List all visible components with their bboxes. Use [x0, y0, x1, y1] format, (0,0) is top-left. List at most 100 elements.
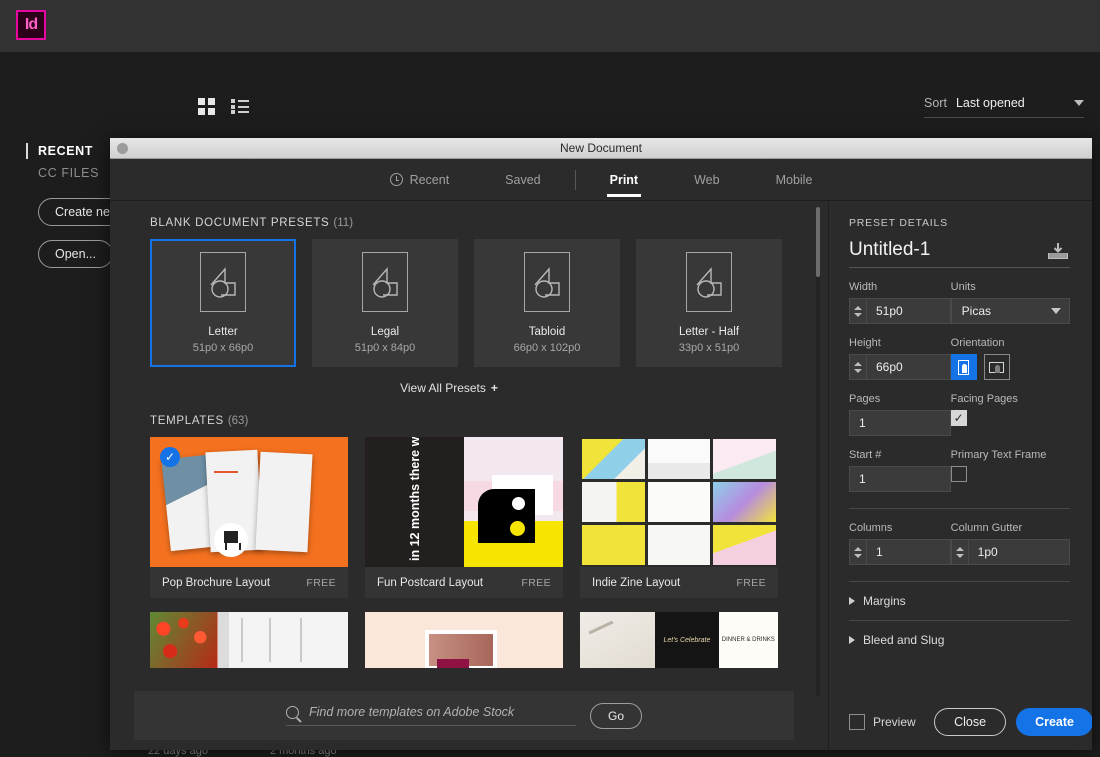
- template-caption: Pop Brochure Layout FREE: [150, 567, 348, 598]
- sidebar-item-recent[interactable]: RECENT: [26, 140, 121, 162]
- field-width: Width 51p0: [849, 281, 951, 324]
- document-page-icon: [524, 252, 570, 312]
- template-card-partial-cream[interactable]: [365, 612, 563, 668]
- column-gutter-value: 1p0: [977, 545, 998, 559]
- margins-label: Margins: [863, 594, 906, 608]
- grid-view-icon[interactable]: [198, 98, 215, 115]
- close-button[interactable]: Close: [934, 708, 1007, 736]
- template-price: FREE: [736, 576, 766, 589]
- dialog-body: BLANK DOCUMENT PRESETS (11) Letter 51p0 x…: [110, 201, 1092, 750]
- preview-checkbox[interactable]: [849, 714, 865, 730]
- templates-scrollbar-thumb[interactable]: [816, 207, 820, 277]
- open-button[interactable]: Open...: [38, 240, 113, 268]
- save-preset-icon[interactable]: [1046, 241, 1070, 261]
- width-stepper[interactable]: [850, 299, 867, 323]
- bleed-slug-label: Bleed and Slug: [863, 633, 945, 647]
- column-fields: Columns 1 Column Gutter 1p0: [849, 509, 1070, 565]
- dialog-title-bar[interactable]: New Document: [110, 138, 1092, 159]
- blank-presets-heading: BLANK DOCUMENT PRESETS (11): [110, 201, 828, 239]
- template-card-pop-brochure[interactable]: ✓ Pop Brochure Layout FREE: [150, 437, 348, 598]
- pages-input[interactable]: 1: [849, 410, 951, 436]
- column-gutter-stepper[interactable]: [952, 540, 969, 564]
- clock-icon: [389, 173, 403, 186]
- template-card-indie-zine[interactable]: Indie Zine Layout FREE: [580, 437, 778, 598]
- units-select[interactable]: Picas: [950, 298, 1070, 324]
- template-card-fun-postcard[interactable]: in 12 months there will be an event and …: [365, 437, 563, 598]
- height-label: Height: [849, 337, 881, 349]
- preset-card-letter[interactable]: Letter 51p0 x 66p0: [150, 239, 296, 367]
- template-caption: Fun Postcard Layout FREE: [365, 567, 563, 598]
- preset-card-letter-half[interactable]: Letter - Half 33p0 x 51p0: [636, 239, 782, 367]
- blank-presets-count: (11): [333, 217, 354, 229]
- selected-check-icon: ✓: [160, 447, 180, 467]
- window-close-dot[interactable]: [117, 143, 128, 154]
- templates-scrollbar-track[interactable]: [816, 207, 820, 697]
- template-thumbnail: ✓: [150, 437, 348, 567]
- columns-input[interactable]: 1: [849, 539, 951, 565]
- template-card-row: ✓ Pop Brochure Layout FREE Fun Postcard …: [110, 437, 828, 598]
- orientation-portrait-button[interactable]: [950, 354, 977, 380]
- start-number-value: 1: [859, 472, 866, 486]
- template-price: FREE: [521, 576, 551, 589]
- column-gutter-label: Column Gutter: [950, 522, 1023, 534]
- view-all-presets-link[interactable]: View All Presets +: [110, 367, 788, 399]
- bleed-slug-disclosure[interactable]: Bleed and Slug: [849, 621, 1070, 659]
- list-view-icon[interactable]: [231, 99, 249, 114]
- app-top-bar: Id: [0, 0, 1100, 52]
- margins-disclosure[interactable]: Margins: [849, 582, 1070, 620]
- sort-dropdown[interactable]: Sort Last opened: [924, 96, 1084, 118]
- column-gutter-input[interactable]: 1p0: [950, 539, 1070, 565]
- facing-pages-checkbox[interactable]: [950, 410, 967, 426]
- preset-card-row: Letter 51p0 x 66p0 Legal 51p0 x 84p0 Tab…: [110, 239, 828, 367]
- tab-print[interactable]: Print: [582, 159, 666, 201]
- preset-name: Letter: [208, 326, 238, 338]
- preset-details-header: PRESET DETAILS: [849, 217, 948, 229]
- template-thumbnail: [580, 437, 778, 567]
- sort-value: Last opened: [955, 96, 1025, 110]
- preset-dimensions: 51p0 x 84p0: [354, 342, 416, 354]
- document-name-input[interactable]: Untitled-1: [849, 239, 1036, 261]
- preset-card-legal[interactable]: Legal 51p0 x 84p0: [312, 239, 458, 367]
- height-stepper[interactable]: [850, 355, 867, 379]
- template-price: FREE: [306, 576, 336, 589]
- home-sidebar: RECENT CC FILES Create new... Open...: [26, 140, 146, 268]
- stock-search-field[interactable]: Find more templates on Adobe Stock: [285, 705, 576, 726]
- indesign-logo-icon[interactable]: Id: [16, 10, 46, 40]
- templates-title: TEMPLATES: [150, 415, 224, 427]
- height-input[interactable]: 66p0: [849, 354, 951, 380]
- tab-recent[interactable]: Recent: [362, 159, 478, 201]
- tab-saved[interactable]: Saved: [477, 159, 568, 201]
- adobe-stock-search-bar: Find more templates on Adobe Stock Go: [134, 691, 794, 740]
- columns-stepper[interactable]: [850, 540, 867, 564]
- template-card-partial-tulip[interactable]: [150, 612, 348, 668]
- columns-label: Columns: [849, 522, 893, 534]
- field-height: Height 66p0: [849, 337, 951, 380]
- templates-heading: TEMPLATES (63): [110, 399, 828, 437]
- width-input[interactable]: 51p0: [849, 298, 951, 324]
- template-card-partial-party[interactable]: Let's Celebrate DINNER & DRINKS: [580, 612, 778, 668]
- pages-label: Pages: [849, 393, 881, 405]
- postcard-art-text: in 12 months there will be an event and …: [408, 437, 422, 561]
- preset-dimensions: 51p0 x 66p0: [192, 342, 254, 354]
- stock-go-button[interactable]: Go: [589, 702, 642, 729]
- preview-checkbox-group[interactable]: Preview: [849, 714, 916, 730]
- indesign-home-window: Id Sort Last opened RECENT CC FILES Crea…: [0, 0, 1100, 757]
- orientation-landscape-button[interactable]: [983, 354, 1010, 380]
- dialog-title: New Document: [559, 141, 643, 155]
- primary-text-frame-checkbox[interactable]: [950, 466, 967, 482]
- chevron-down-icon: [1074, 100, 1084, 106]
- create-button[interactable]: Create: [1016, 708, 1092, 736]
- units-value: Picas: [961, 304, 991, 318]
- columns-value: 1: [876, 545, 883, 559]
- preset-card-tabloid[interactable]: Tabloid 66p0 x 102p0: [474, 239, 620, 367]
- document-page-icon: [200, 252, 246, 312]
- search-icon: [285, 705, 299, 719]
- sidebar-item-cc-files[interactable]: CC FILES: [26, 162, 121, 184]
- tab-web[interactable]: Web: [666, 159, 747, 201]
- chevron-down-icon: [1050, 308, 1061, 314]
- preset-dimensions: 66p0 x 102p0: [513, 342, 581, 354]
- view-toggle-group: [198, 98, 249, 115]
- tab-recent-label: Recent: [409, 172, 450, 187]
- tab-mobile[interactable]: Mobile: [748, 159, 841, 201]
- start-number-input[interactable]: 1: [849, 466, 951, 492]
